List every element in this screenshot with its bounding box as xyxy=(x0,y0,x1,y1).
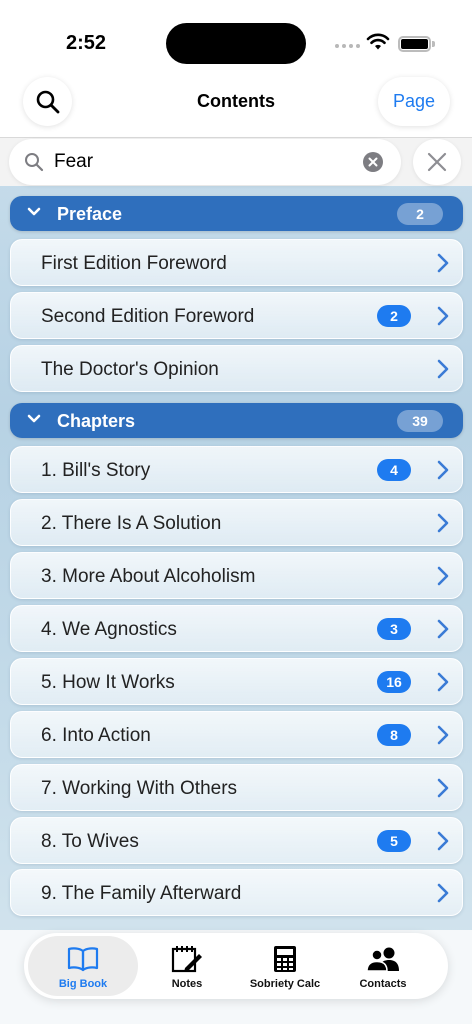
list-item-label: 7. Working With Others xyxy=(41,778,238,799)
cellular-signal-icon xyxy=(335,44,360,48)
chevron-right-icon xyxy=(437,306,449,326)
list-item[interactable]: 2. There Is A Solution xyxy=(10,499,463,546)
list-item[interactable]: 1. Bill's Story 4 xyxy=(10,446,463,493)
tab-label: Sobriety Calc xyxy=(249,978,321,990)
list-item-label: 5. How It Works xyxy=(41,672,175,693)
tab-bar: Big Book Notes Sobriety Calc Contacts xyxy=(24,933,448,999)
list-item-label: 6. Into Action xyxy=(41,725,151,746)
chevron-right-icon xyxy=(437,619,449,639)
list-item-label: 3. More About Alcoholism xyxy=(41,566,256,587)
match-count-badge: 5 xyxy=(377,830,411,852)
wifi-icon xyxy=(366,33,390,50)
clear-icon xyxy=(368,157,378,167)
list-item[interactable]: 7. Working With Others xyxy=(10,764,463,811)
list-item-label: 4. We Agnostics xyxy=(41,619,177,640)
chevron-right-icon xyxy=(437,883,449,903)
chevron-down-icon xyxy=(27,414,41,423)
contacts-icon xyxy=(366,947,399,972)
match-count-badge: 4 xyxy=(377,459,411,481)
tab-contacts[interactable]: Contacts xyxy=(328,936,438,996)
tab-big-book[interactable]: Big Book xyxy=(28,936,138,996)
chevron-right-icon xyxy=(437,253,449,273)
tab-sobriety-calc[interactable]: Sobriety Calc xyxy=(230,936,340,996)
chevron-right-icon xyxy=(437,725,449,745)
search-query: Fear xyxy=(54,151,94,172)
list-item[interactable]: Second Edition Foreword 2 xyxy=(10,292,463,339)
section-title: Preface xyxy=(57,204,123,224)
list-item-label: Second Edition Foreword xyxy=(41,306,255,327)
list-item[interactable]: The Doctor's Opinion xyxy=(10,345,463,392)
list-item-label: 9. The Family Afterward xyxy=(41,883,242,904)
section-count-badge: 2 xyxy=(397,203,443,225)
list-item-label: First Edition Foreword xyxy=(41,253,227,274)
calculator-icon xyxy=(274,946,296,972)
dynamic-island xyxy=(166,23,306,64)
list-item[interactable]: 9. The Family Afterward xyxy=(10,869,463,916)
list-item[interactable]: 3. More About Alcoholism xyxy=(10,552,463,599)
list-item[interactable]: First Edition Foreword xyxy=(10,239,463,286)
section-header-preface[interactable]: Preface 2 xyxy=(10,196,463,231)
tab-notes[interactable]: Notes xyxy=(132,936,242,996)
tab-label: Big Book xyxy=(58,978,108,990)
list-item[interactable]: 8. To Wives 5 xyxy=(10,817,463,864)
chevron-right-icon xyxy=(437,460,449,480)
chevron-right-icon xyxy=(437,359,449,379)
section-count-badge: 39 xyxy=(397,410,443,432)
list-item[interactable]: 5. How It Works 16 xyxy=(10,658,463,705)
match-count-badge: 2 xyxy=(377,305,411,327)
list-item[interactable]: 6. Into Action 8 xyxy=(10,711,463,758)
book-icon xyxy=(67,947,99,972)
notes-icon xyxy=(171,946,202,973)
page-button[interactable]: Page xyxy=(378,77,450,126)
section-title: Chapters xyxy=(57,411,136,431)
match-count-badge: 8 xyxy=(377,724,411,746)
list-item-label: 2. There Is A Solution xyxy=(41,513,222,534)
chevron-right-icon xyxy=(437,513,449,533)
chevron-down-icon xyxy=(27,207,41,216)
clear-search-button[interactable] xyxy=(363,152,383,172)
list-item-label: 1. Bill's Story xyxy=(41,460,151,481)
section-header-chapters[interactable]: Chapters 39 xyxy=(10,403,463,438)
tab-label: Contacts xyxy=(359,978,407,990)
match-count-badge: 16 xyxy=(377,671,411,693)
search-icon xyxy=(25,153,44,172)
search-bar: Fear xyxy=(0,138,472,186)
match-count-badge: 3 xyxy=(377,618,411,640)
search-input[interactable]: Fear xyxy=(9,139,401,185)
chevron-right-icon xyxy=(437,778,449,798)
chevron-right-icon xyxy=(437,672,449,692)
close-icon xyxy=(427,152,447,172)
status-time: 2:52 xyxy=(66,32,107,54)
list-item-label: The Doctor's Opinion xyxy=(41,359,219,380)
status-bar: 2:52 xyxy=(0,0,472,76)
navigation-bar: Contents Page xyxy=(0,76,472,138)
battery-icon xyxy=(398,36,431,52)
battery-tip xyxy=(432,41,435,47)
list-item[interactable]: 4. We Agnostics 3 xyxy=(10,605,463,652)
close-search-button[interactable] xyxy=(413,139,461,185)
chevron-right-icon xyxy=(437,566,449,586)
list-item-label: 8. To Wives xyxy=(41,831,139,852)
chevron-right-icon xyxy=(437,831,449,851)
tab-label: Notes xyxy=(171,978,203,990)
